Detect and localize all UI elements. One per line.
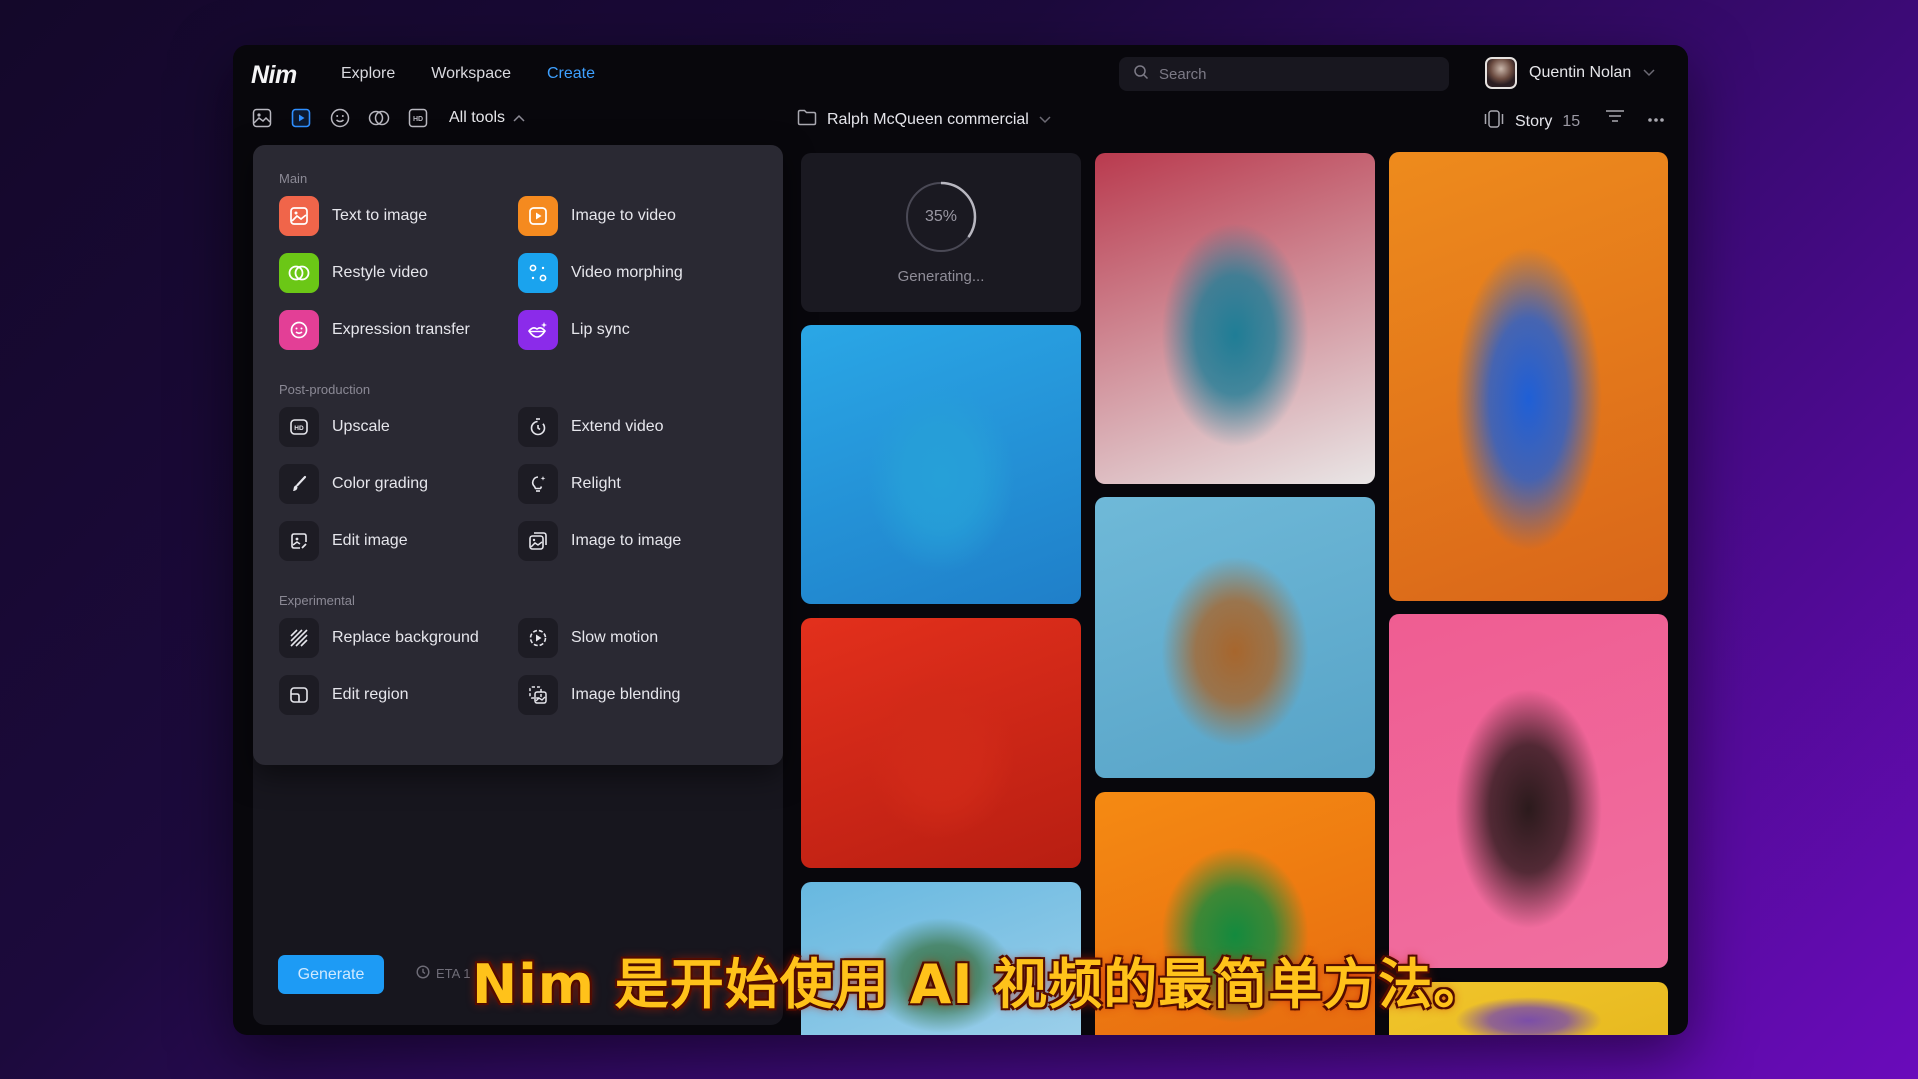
menu-item-text-to-image[interactable]: Text to image (279, 196, 518, 236)
gallery-image-shoes-on-pedestals[interactable] (1095, 497, 1375, 778)
video-subtitle: Nim 是开始使用 AI 视频的最简单方法。 (472, 953, 1489, 1016)
image-blending-icon (518, 675, 558, 715)
chevron-down-icon (1643, 64, 1655, 82)
edit-image-icon (279, 521, 319, 561)
search-icon (1133, 64, 1149, 85)
section-title: Main (279, 171, 308, 186)
generating-status: Generating... (897, 268, 985, 285)
filter-icon[interactable] (1605, 109, 1625, 128)
all-tools-label: All tools (449, 109, 506, 126)
menu-item-upscale[interactable]: HD Upscale (279, 407, 518, 447)
main-tools-grid: Text to image Image to video Restyle vid… (279, 196, 757, 350)
edit-region-icon (279, 675, 319, 715)
menu-item-expression-transfer[interactable]: Expression transfer (279, 310, 518, 350)
project-selector[interactable]: Ralph McQueen commercial (797, 109, 1051, 131)
hd-upscale-icon: HD (279, 407, 319, 447)
svg-text:HD: HD (294, 425, 304, 432)
blend-icon[interactable] (368, 107, 390, 129)
svg-text:HD: HD (413, 116, 423, 123)
nav-explore[interactable]: Explore (341, 65, 395, 83)
expression-transfer-icon (279, 310, 319, 350)
generating-card: 35% Generating... (801, 153, 1081, 312)
gallery-image-makeup-portrait[interactable] (1389, 614, 1668, 968)
video-morphing-icon (518, 253, 558, 293)
restyle-video-icon (279, 253, 319, 293)
gallery-image-woman-in-blue-dress[interactable] (1389, 152, 1668, 601)
search-box[interactable] (1119, 57, 1449, 91)
generate-button[interactable]: Generate (278, 955, 384, 994)
more-icon[interactable] (1647, 110, 1665, 128)
eta-label: ETA 1 (436, 966, 471, 981)
progress-ring: 35% (904, 180, 978, 254)
image-to-image-icon (518, 521, 558, 561)
gallery-image-cat-with-sunglasses[interactable] (1095, 153, 1375, 484)
nav-workspace[interactable]: Workspace (431, 65, 511, 83)
menu-item-replace-background[interactable]: Replace background (279, 618, 518, 658)
menu-item-extend-video[interactable]: Extend video (518, 407, 757, 447)
story-label: Story (1515, 112, 1553, 130)
menu-item-relight[interactable]: Relight (518, 464, 757, 504)
text-to-image-icon (279, 196, 319, 236)
face-icon[interactable] (329, 107, 351, 129)
image-to-video-icon (518, 196, 558, 236)
video-icon[interactable] (290, 107, 312, 129)
menu-item-image-to-video[interactable]: Image to video (518, 196, 757, 236)
app-logo[interactable]: Nim (251, 61, 297, 90)
menu-item-color-grading[interactable]: Color grading (279, 464, 518, 504)
brush-icon (279, 464, 319, 504)
hatch-background-icon (279, 618, 319, 658)
menu-item-lip-sync[interactable]: Lip sync (518, 310, 757, 350)
avatar (1485, 57, 1517, 89)
menu-item-edit-image[interactable]: Edit image (279, 521, 518, 561)
story-count: 15 (1562, 112, 1581, 130)
section-title: Experimental (279, 593, 355, 608)
story-icon (1483, 109, 1505, 134)
menu-item-edit-region[interactable]: Edit region (279, 675, 518, 715)
main-nav: Explore Workspace Create (341, 65, 595, 83)
post-production-grid: HD Upscale Extend video Color grading Re… (279, 407, 757, 561)
menu-item-image-blending[interactable]: Image blending (518, 675, 757, 715)
chevron-up-icon (513, 109, 525, 127)
lightbulb-icon (518, 464, 558, 504)
app-window: Nim Explore Workspace Create Quentin Nol… (233, 45, 1688, 1035)
progress-percent: 35% (924, 208, 958, 225)
experimental-grid: Replace background Slow motion Edit regi… (279, 618, 757, 715)
slow-motion-icon (518, 618, 558, 658)
user-menu[interactable]: Quentin Nolan (1485, 57, 1655, 89)
gallery-image-cyclist-with-umbrella[interactable] (801, 618, 1081, 868)
story-button[interactable]: Story 15 (1483, 109, 1580, 134)
section-title: Post-production (279, 382, 371, 397)
menu-item-image-to-image[interactable]: Image to image (518, 521, 757, 561)
user-name: Quentin Nolan (1529, 64, 1632, 81)
chevron-down-icon (1039, 111, 1051, 129)
nav-create[interactable]: Create (547, 65, 595, 83)
eta-readout: ETA 1 (416, 965, 470, 982)
all-tools-menu: Main Text to image Image to video Restyl… (253, 145, 783, 765)
menu-item-video-morphing[interactable]: Video morphing (518, 253, 757, 293)
hd-icon[interactable]: HD (407, 107, 429, 129)
story-tools (1605, 109, 1665, 128)
clock-icon (416, 965, 430, 982)
project-name: Ralph McQueen commercial (827, 111, 1029, 128)
image-icon[interactable] (251, 107, 273, 129)
folder-icon (797, 109, 817, 131)
extend-video-icon (518, 407, 558, 447)
menu-item-slow-motion[interactable]: Slow motion (518, 618, 757, 658)
gallery-image-man-with-suitcase[interactable] (801, 325, 1081, 604)
all-tools-toggle[interactable]: All tools (449, 109, 525, 127)
tool-toolbar: HD All tools (251, 107, 525, 129)
lip-sync-icon (518, 310, 558, 350)
menu-item-restyle-video[interactable]: Restyle video (279, 253, 518, 293)
search-input[interactable] (1159, 65, 1419, 83)
